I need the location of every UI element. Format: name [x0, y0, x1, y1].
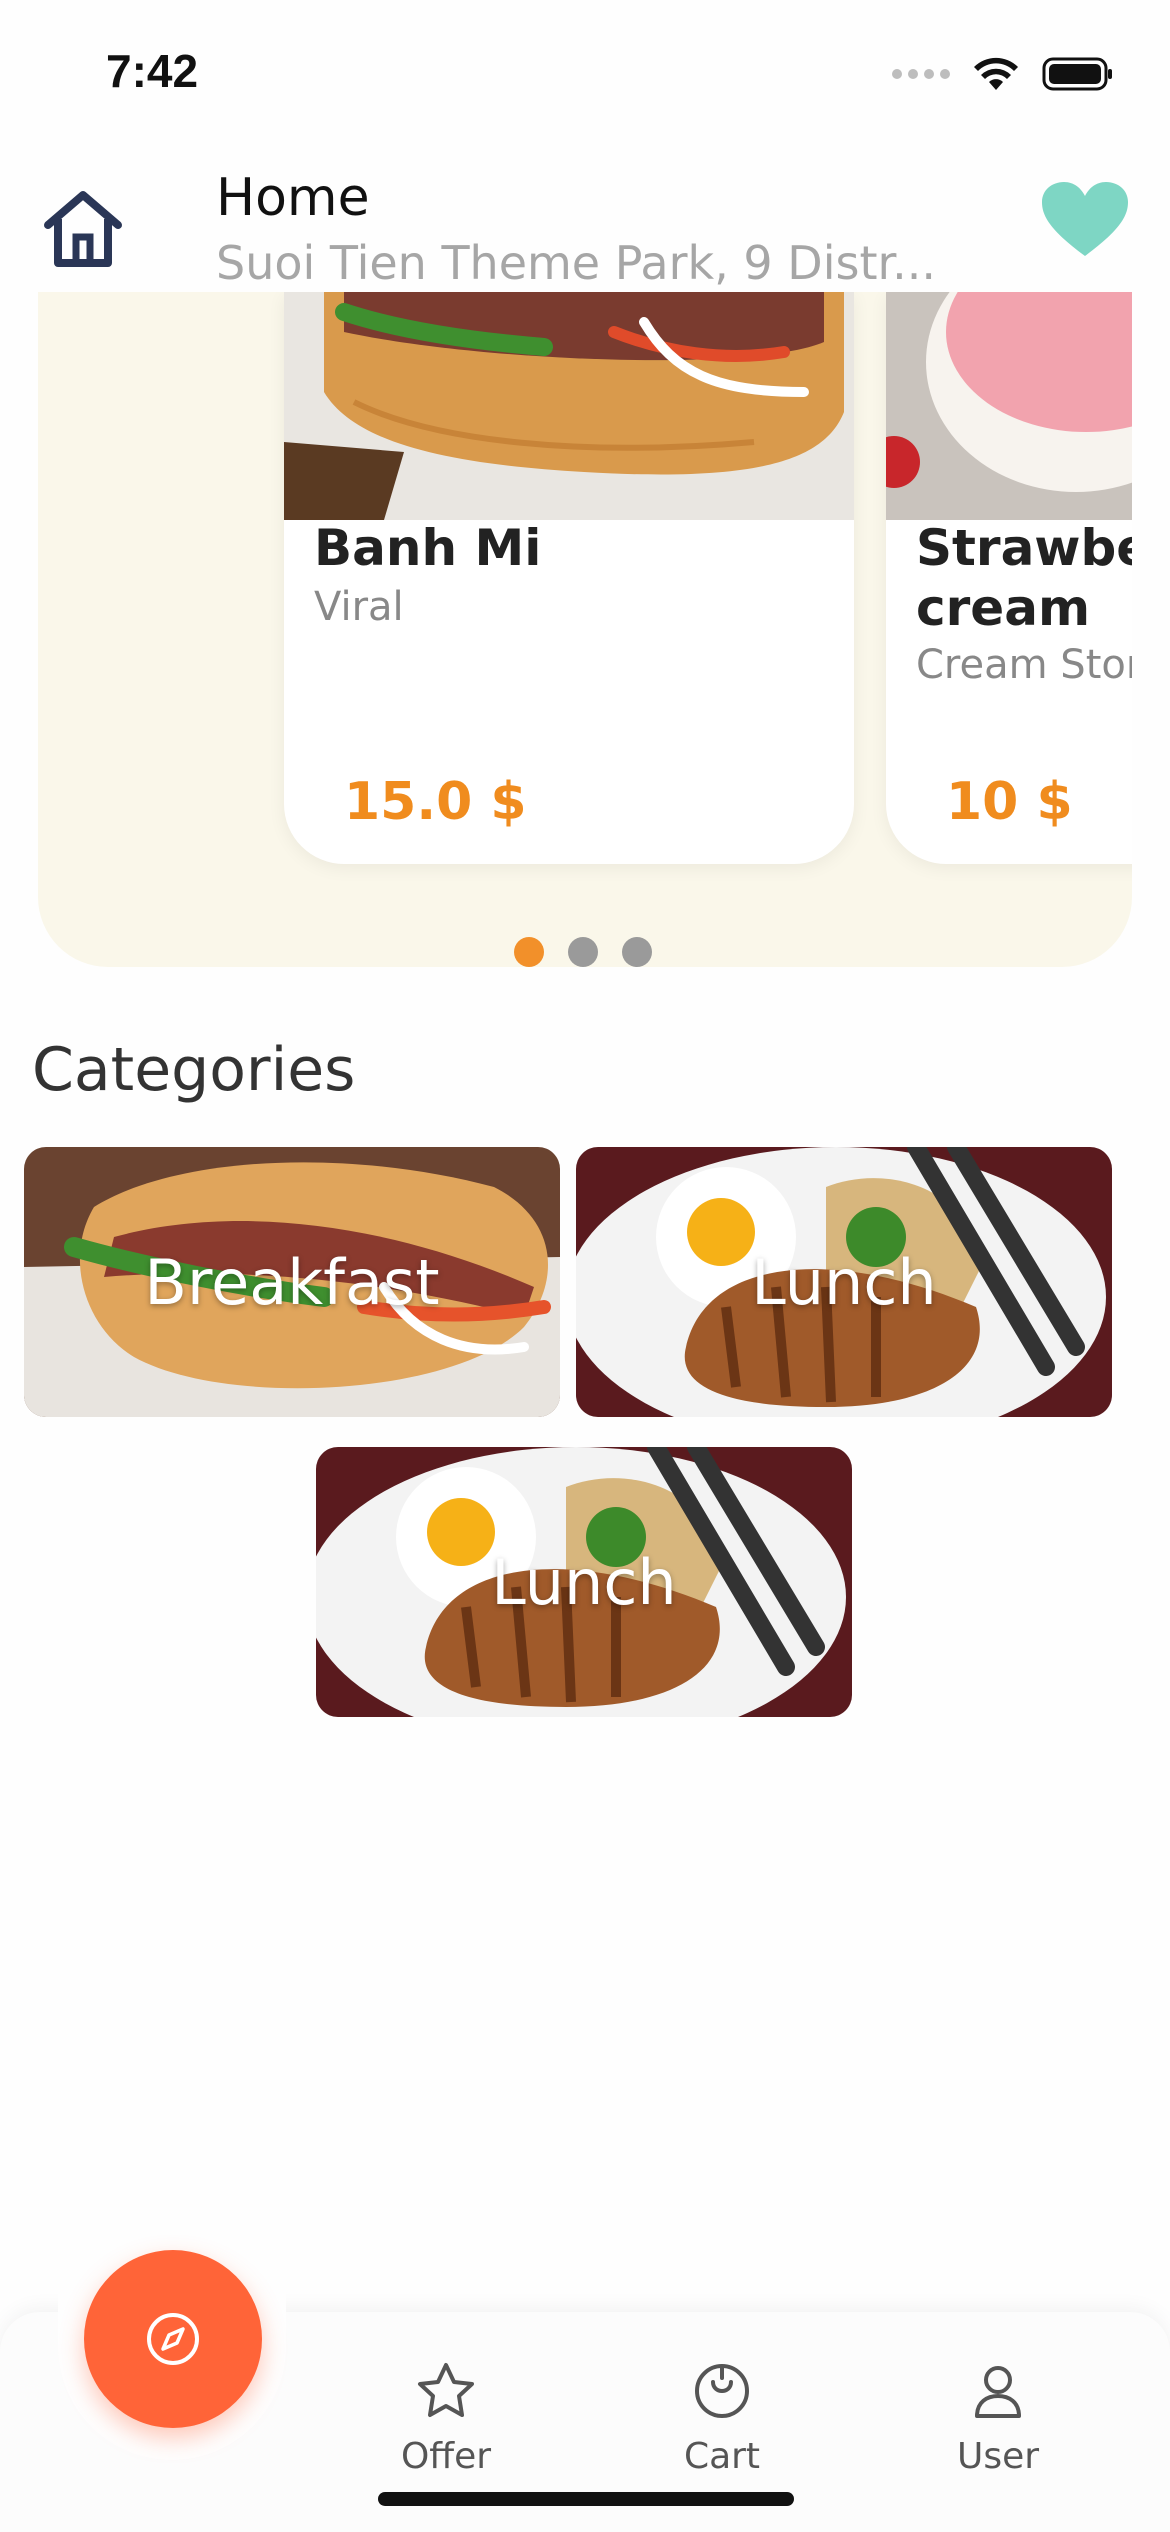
explore-fab-button[interactable]: [84, 2250, 262, 2428]
heart-icon[interactable]: [1040, 180, 1130, 260]
wifi-icon: [974, 57, 1018, 90]
food-subtitle: Viral: [314, 584, 404, 630]
nav-item-user[interactable]: User: [898, 2360, 1098, 2477]
food-price: 15.0 $: [344, 772, 527, 832]
category-label: Breakfast: [144, 1245, 440, 1319]
category-label: Lunch: [751, 1245, 937, 1319]
nav-item-offer[interactable]: Offer: [346, 2360, 546, 2477]
food-subtitle: Cream Stor: [916, 642, 1132, 688]
food-card[interactable]: Banh Mi Viral 15.0 $: [284, 292, 854, 864]
location-address[interactable]: Suoi Tien Theme Park, 9 Distr...: [216, 236, 936, 290]
food-name: Strawber cream: [916, 519, 1132, 637]
strawberry-cream-image: [886, 292, 1132, 520]
category-tile-lunch[interactable]: Lunch: [576, 1147, 1112, 1417]
battery-icon: [1042, 57, 1112, 91]
page-dot[interactable]: [622, 937, 652, 967]
cart-clock-icon: [695, 2364, 749, 2418]
category-label: Lunch: [491, 1545, 677, 1619]
nav-item-cart[interactable]: Cart: [622, 2360, 822, 2477]
status-icons: [892, 56, 1114, 92]
user-icon: [975, 2366, 1021, 2418]
carousel-pagination[interactable]: [514, 937, 652, 967]
signal-icon: [892, 69, 950, 79]
nav-label: User: [956, 2436, 1040, 2477]
featured-carousel[interactable]: Banh Mi Viral 15.0 $ Strawber cream Crea…: [38, 292, 1132, 967]
home-indicator[interactable]: [378, 2492, 794, 2506]
page-dot[interactable]: [514, 937, 544, 967]
food-card[interactable]: Strawber cream Cream Stor 10 $: [886, 292, 1132, 864]
categories-title: Categories: [32, 1035, 356, 1105]
compass-icon: [147, 2313, 199, 2365]
status-time: 7:42: [106, 45, 199, 97]
page-dot[interactable]: [568, 937, 598, 967]
nav-label: Offer: [400, 2436, 492, 2477]
banh-mi-image: [284, 292, 854, 520]
nav-label: Cart: [683, 2436, 761, 2477]
home-icon[interactable]: [38, 183, 128, 273]
star-icon: [418, 2363, 474, 2417]
category-tile-lunch[interactable]: Lunch: [316, 1447, 852, 1717]
food-name: Banh Mi: [314, 519, 542, 577]
category-tile-breakfast[interactable]: Breakfast: [24, 1147, 560, 1417]
food-price: 10 $: [946, 772, 1073, 832]
page-title: Home: [216, 168, 370, 228]
